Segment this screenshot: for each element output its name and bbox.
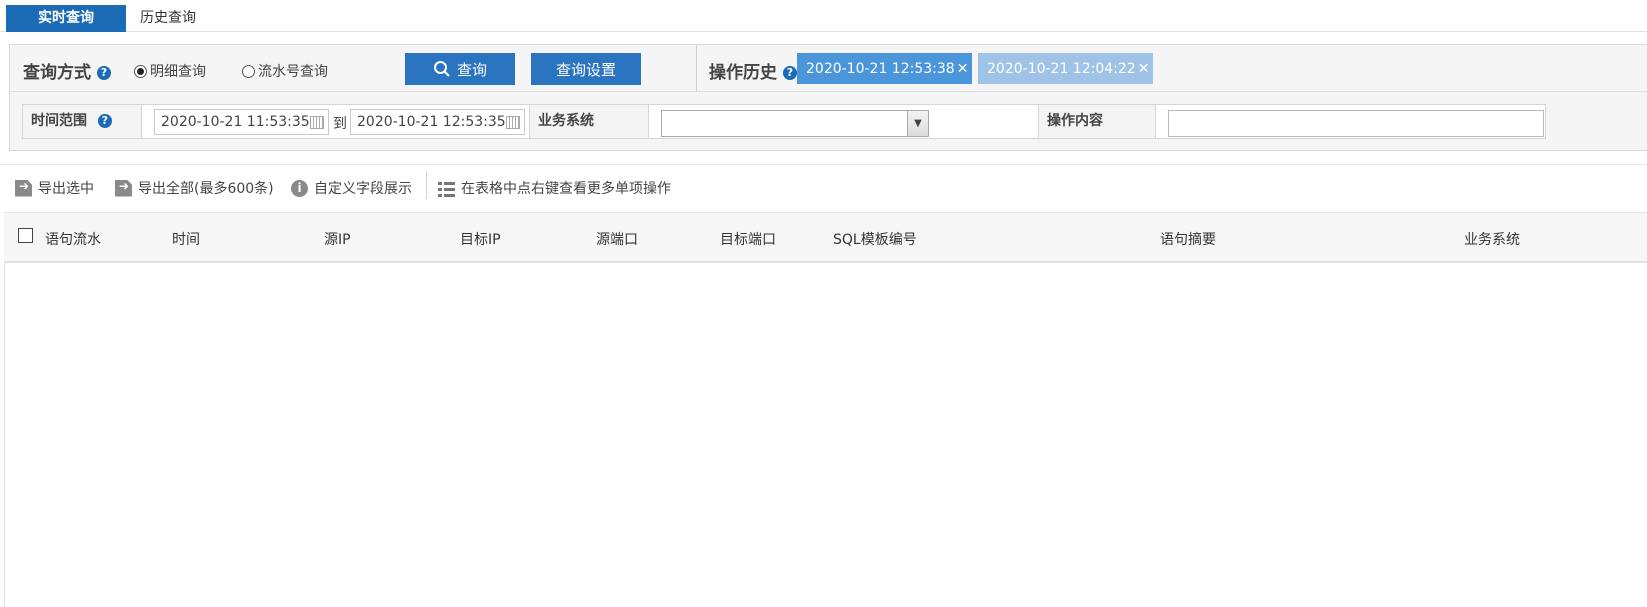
list-icon xyxy=(438,179,455,197)
filter-frame: 时间范围 ? 2020-10-21 11:53:35 到 2020-10-21 … xyxy=(22,104,1546,139)
start-time-input[interactable]: 2020-10-21 11:53:35 xyxy=(154,109,329,135)
toolbar-divider xyxy=(426,171,427,199)
tab-history-query[interactable]: 历史查询 xyxy=(126,5,210,32)
op-content-label: 操作内容 xyxy=(1047,113,1103,129)
help-icon[interactable]: ? xyxy=(96,66,111,80)
divider xyxy=(696,45,697,92)
close-icon[interactable]: ✕ xyxy=(957,61,969,77)
search-button[interactable]: 查询 xyxy=(405,53,515,85)
biz-system-cell: 业务系统 xyxy=(529,105,649,138)
end-time-value: 2020-10-21 12:53:35 xyxy=(357,114,506,130)
table-header: 语句流水 时间 源IP 目标IP 源端口 目标端口 SQL模板编号 语句摘要 业… xyxy=(4,212,1647,263)
custom-fields-label: 自定义字段展示 xyxy=(314,181,412,197)
search-icon xyxy=(433,61,450,77)
history-chip[interactable]: 2020-10-21 12:04:22 ✕ xyxy=(978,53,1153,84)
filter-row: 时间范围 ? 2020-10-21 11:53:35 到 2020-10-21 … xyxy=(10,92,1647,150)
range-separator: 到 xyxy=(333,116,347,132)
column-header[interactable]: 时间 xyxy=(172,229,200,249)
history-chip-time: 2020-10-21 12:53:38 xyxy=(806,60,955,77)
query-settings-button[interactable]: 查询设置 xyxy=(531,53,641,85)
export-icon xyxy=(115,179,132,197)
start-time-value: 2020-10-21 11:53:35 xyxy=(161,114,310,130)
help-icon[interactable]: ? xyxy=(782,66,797,80)
radio-checked-icon xyxy=(134,64,147,78)
column-header[interactable]: 业务系统 xyxy=(1464,229,1520,249)
tab-bar: 实时查询 历史查询 xyxy=(0,0,1647,32)
radio-serial-label: 流水号查询 xyxy=(258,64,328,80)
select-all-checkbox[interactable] xyxy=(18,228,33,243)
calendar-icon[interactable] xyxy=(506,116,520,129)
column-header[interactable]: SQL模板编号 xyxy=(833,229,917,249)
export-selected-label: 导出选中 xyxy=(38,181,94,197)
search-button-label: 查询 xyxy=(456,60,487,79)
column-header[interactable]: 源IP xyxy=(324,229,351,249)
export-selected-button[interactable]: 导出选中 xyxy=(15,178,94,198)
op-content-cell: 操作内容 xyxy=(1038,105,1156,138)
column-header[interactable]: 目标端口 xyxy=(720,229,776,249)
radio-serial-query[interactable]: 流水号查询 xyxy=(242,61,328,81)
query-method-label-text: 查询方式 xyxy=(23,63,91,83)
table-body xyxy=(4,263,1647,607)
time-range-label-text: 时间范围 xyxy=(31,113,87,129)
column-header[interactable]: 目标IP xyxy=(460,229,501,249)
operation-history-label: 操作历史 ? xyxy=(709,58,797,83)
query-method-label: 查询方式 ? xyxy=(23,58,111,83)
time-range-label: 时间范围 ? xyxy=(23,105,141,138)
divider xyxy=(0,164,1647,165)
operation-history-label-text: 操作历史 xyxy=(709,63,777,83)
time-range-cell: 时间范围 ? xyxy=(23,105,142,138)
export-all-button[interactable]: 导出全部(最多600条) xyxy=(115,178,274,198)
column-header[interactable]: 语句摘要 xyxy=(1160,229,1216,249)
history-chip-time: 2020-10-21 12:04:22 xyxy=(987,60,1136,77)
help-icon[interactable]: ? xyxy=(97,114,112,128)
export-all-label: 导出全部(最多600条) xyxy=(138,181,274,197)
column-header[interactable]: 源端口 xyxy=(596,229,638,249)
query-method-row: 查询方式 ? 明细查询 流水号查询 查询 查询设置 操作历史 ? 2020-10… xyxy=(10,45,1647,92)
biz-system-label: 业务系统 xyxy=(538,113,594,129)
op-content-input[interactable] xyxy=(1168,110,1544,137)
history-chip[interactable]: 2020-10-21 12:53:38 ✕ xyxy=(797,53,972,84)
calendar-icon[interactable] xyxy=(310,116,324,129)
radio-unchecked-icon xyxy=(242,64,255,78)
column-header[interactable]: 语句流水 xyxy=(45,229,101,249)
right-click-hint: 在表格中点右键查看更多单项操作 xyxy=(438,178,671,198)
info-icon: i xyxy=(291,179,308,197)
export-icon xyxy=(15,179,32,197)
right-click-hint-text: 在表格中点右键查看更多单项操作 xyxy=(461,181,671,197)
end-time-input[interactable]: 2020-10-21 12:53:35 xyxy=(350,109,525,135)
radio-detail-label: 明细查询 xyxy=(150,64,206,80)
close-icon[interactable]: ✕ xyxy=(1138,61,1150,77)
tab-realtime-query[interactable]: 实时查询 xyxy=(6,5,126,32)
radio-detail-query[interactable]: 明细查询 xyxy=(134,61,206,81)
biz-system-select[interactable]: ▼ xyxy=(661,110,929,137)
chevron-down-icon[interactable]: ▼ xyxy=(907,111,928,136)
custom-fields-button[interactable]: i 自定义字段展示 xyxy=(291,178,412,198)
query-panel: 查询方式 ? 明细查询 流水号查询 查询 查询设置 操作历史 ? 2020-10… xyxy=(9,44,1647,151)
